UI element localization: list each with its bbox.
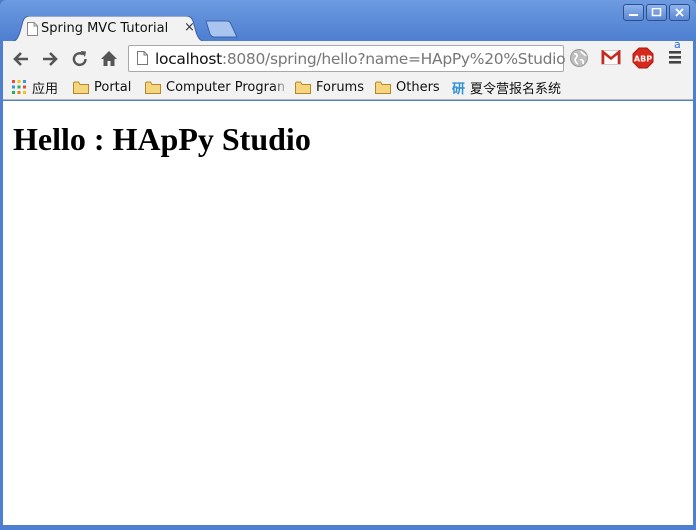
apps-grid-icon [12, 79, 27, 95]
folder-icon [145, 81, 161, 94]
close-window-button[interactable] [669, 4, 690, 21]
new-tab-button[interactable] [205, 20, 239, 38]
forward-button[interactable] [40, 49, 60, 69]
globe-icon[interactable] [569, 48, 589, 68]
toolbar: localhost:8080/spring/hello?name=HApPy%2… [3, 39, 693, 75]
bookmark-summer-camp[interactable]: 研 夏令营报名系统 [452, 78, 562, 97]
bookmark-others[interactable]: Others [375, 78, 440, 96]
back-button[interactable] [11, 49, 31, 69]
folder-icon [73, 81, 89, 94]
bookmark-forums[interactable]: Forums [295, 78, 364, 96]
reload-button[interactable] [70, 49, 90, 69]
bookmark-label: 应用 [32, 81, 59, 97]
window-controls [623, 4, 690, 21]
close-icon [675, 7, 684, 17]
tab-spring-mvc-tutorial[interactable]: Spring MVC Tutorial × [10, 16, 208, 42]
svg-text:ABP: ABP [634, 55, 652, 64]
bookmark-label: Computer Program [166, 79, 284, 95]
adblock-plus-icon[interactable]: ABP [632, 47, 654, 69]
bookmarks-bar: 应用 Portal Computer Program Forums Others… [3, 75, 693, 100]
browser-window: Spring MVC Tutorial × localhost:8080/spr… [0, 0, 696, 530]
folder-icon [295, 81, 311, 94]
url-path: :8080/spring/hello?name=HApPy%20%Studio [221, 50, 566, 68]
bookmark-apps[interactable]: 应用 [12, 78, 59, 97]
home-button[interactable] [99, 49, 119, 69]
yan-favicon-icon: 研 [452, 81, 466, 97]
address-bar[interactable]: localhost:8080/spring/hello?name=HApPy%2… [128, 45, 566, 72]
tab-title: Spring MVC Tutorial [41, 21, 169, 36]
maximize-icon [651, 8, 662, 17]
page-icon [27, 22, 38, 36]
maximize-button[interactable] [646, 4, 667, 21]
chrome-menu-icon[interactable]: a [664, 39, 686, 69]
bookmark-label: Forums [316, 79, 364, 95]
svg-text:a: a [674, 39, 681, 51]
minimize-button[interactable] [623, 4, 644, 21]
bookmark-label: Others [396, 79, 440, 95]
gmail-icon[interactable] [601, 50, 621, 65]
minimize-icon [629, 14, 638, 16]
url-host: localhost [155, 50, 222, 68]
bookmark-label: Portal [94, 79, 132, 95]
folder-icon [375, 81, 391, 94]
page-content: Hello : HApPy Studio [3, 101, 693, 525]
tab-close-icon[interactable]: × [184, 20, 195, 35]
page-heading: Hello : HApPy Studio [13, 121, 311, 157]
bookmark-portal[interactable]: Portal [73, 78, 131, 96]
bookmark-computer-program[interactable]: Computer Program [145, 78, 284, 96]
url-text: localhost:8080/spring/hello?name=HApPy%2… [155, 50, 566, 68]
page-icon [137, 51, 148, 65]
bookmark-label: 夏令营报名系统 [470, 81, 562, 97]
